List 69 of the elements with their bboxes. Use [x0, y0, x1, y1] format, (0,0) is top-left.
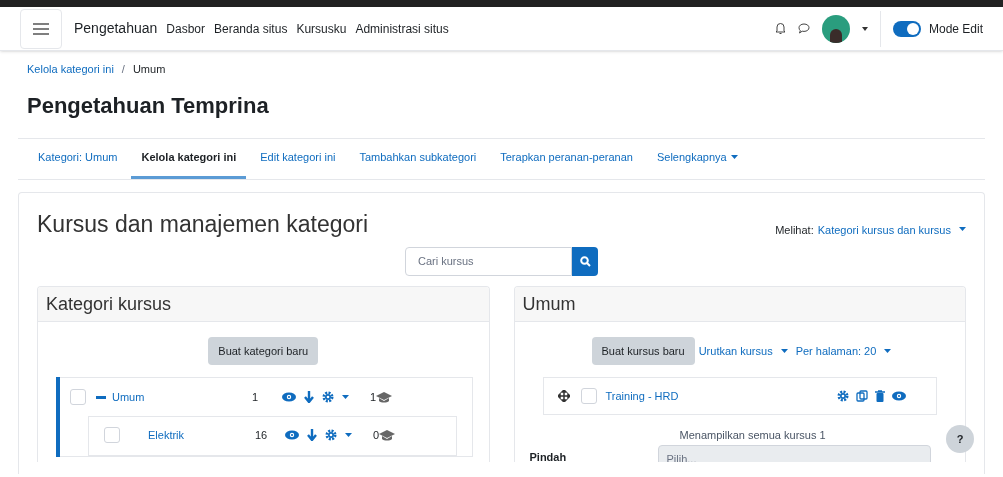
nav-link[interactable]: Beranda situs [214, 19, 288, 38]
nav-link[interactable]: Administrasi situs [355, 19, 449, 38]
course-count: 0 [373, 427, 380, 443]
settings-icon[interactable] [325, 429, 337, 441]
new-category-button[interactable]: Buat kategori baru [208, 337, 319, 365]
subcategory-count: 1 [252, 389, 260, 405]
view-label: Melihat: [775, 222, 814, 238]
bell-icon[interactable] [774, 22, 786, 35]
edit-mode-label: Mode Edit [928, 20, 983, 38]
move-icon[interactable] [557, 390, 570, 402]
caret-icon[interactable] [780, 348, 788, 354]
edit-mode-toggle[interactable] [892, 20, 921, 37]
move-select[interactable]: Pilih... [657, 444, 931, 462]
search-icon [579, 256, 591, 267]
breadcrumb-separator: / [121, 62, 125, 77]
tab[interactable]: Terapkan peranan-peranan [490, 138, 643, 179]
tab[interactable]: Kategori: Umum [28, 138, 128, 179]
panel-title: Kategori kursus [46, 292, 172, 316]
tab[interactable]: Edit kategori ini [250, 138, 346, 179]
down-arrow-icon[interactable] [304, 391, 314, 403]
checkbox[interactable] [104, 427, 120, 443]
per-page-dropdown[interactable]: Per halaman: 20 [795, 342, 892, 360]
subcategory-count: 16 [255, 427, 269, 443]
caret-icon[interactable] [884, 348, 892, 354]
category-link[interactable]: Umum [112, 388, 252, 406]
caret-icon[interactable] [861, 26, 868, 31]
nav-link[interactable]: Kursusku [296, 19, 347, 38]
help-button[interactable]: ? [946, 425, 974, 453]
menu-icon [33, 22, 49, 35]
caret-icon[interactable] [342, 394, 349, 400]
caret-icon[interactable] [345, 432, 352, 438]
move-label: Pindah [529, 449, 568, 462]
eye-icon[interactable] [282, 392, 296, 402]
settings-icon[interactable] [837, 390, 849, 402]
sort-dropdown[interactable]: Urutkan kursus [698, 342, 788, 360]
trash-icon[interactable] [875, 390, 885, 402]
new-course-button[interactable]: Buat kursus baru [591, 337, 695, 365]
copy-icon[interactable] [856, 390, 868, 402]
graduation-cap-icon [376, 391, 393, 403]
caret-icon[interactable] [730, 154, 738, 160]
eye-icon[interactable] [892, 391, 906, 401]
nav-link[interactable]: Dasbor [166, 19, 205, 38]
course-summary: Menampilkan semua kursus 1 [679, 428, 826, 443]
site-brand[interactable]: Pengetahuan [74, 18, 158, 39]
avatar[interactable] [821, 14, 850, 43]
menu-button[interactable] [20, 8, 62, 49]
page-title: Pengetahuan Temprina [27, 91, 270, 120]
graduation-cap-icon [379, 429, 396, 441]
category-link[interactable]: Elektrik [148, 426, 255, 444]
search-button[interactable] [572, 247, 598, 276]
settings-icon[interactable] [322, 391, 334, 403]
caret-icon[interactable] [959, 227, 966, 233]
down-arrow-icon[interactable] [307, 429, 317, 441]
eye-icon[interactable] [285, 430, 299, 440]
course-link[interactable]: Training - HRD [605, 387, 679, 405]
view-dropdown[interactable]: Kategori kursus dan kursus [817, 221, 966, 238]
tab[interactable]: Selengkapnya [646, 138, 748, 179]
tab[interactable]: Kelola kategori ini [131, 138, 247, 179]
tab[interactable]: Tambahkan subkategori [349, 138, 487, 179]
course-count: 1 [370, 389, 377, 405]
checkbox[interactable] [70, 389, 86, 405]
panel-title: Umum [522, 292, 576, 316]
section-heading: Kursus dan manajemen kategori [37, 209, 369, 239]
checkbox[interactable] [580, 388, 597, 404]
search-field[interactable]: Cari kursus [405, 247, 572, 276]
breadcrumb-item[interactable]: Kelola kategori ini [27, 61, 114, 78]
breadcrumb-item: Umum [132, 62, 166, 77]
collapse-icon[interactable] [96, 395, 106, 399]
chat-icon[interactable] [797, 23, 810, 34]
